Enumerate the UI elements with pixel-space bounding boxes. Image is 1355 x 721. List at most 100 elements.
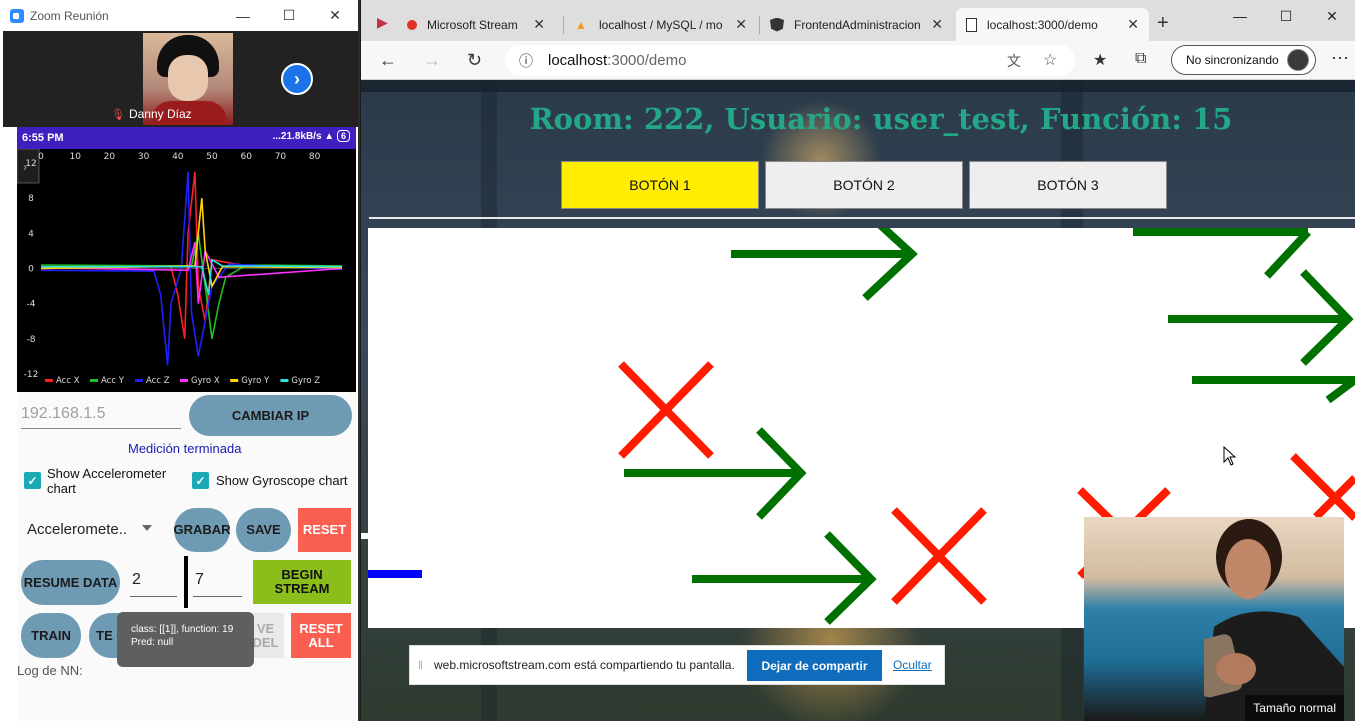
button-1[interactable]: BOTÓN 1 [561, 161, 759, 209]
zoom-titlebar: Zoom Reunión — ☐ ✕ [0, 0, 358, 31]
legend-swatch [230, 379, 239, 382]
x-tick-label: 70 [275, 152, 287, 162]
stream-app-icon: ▶ [377, 14, 388, 30]
legend-label: Gyro Z [291, 376, 320, 386]
toast-line-2: Pred: null [131, 637, 174, 648]
tab-close-icon[interactable]: ✕ [1127, 16, 1139, 33]
tab-separator [563, 16, 564, 34]
show-gyro-checkbox[interactable]: ✓ [192, 472, 209, 489]
save-button[interactable]: SAVE [236, 508, 291, 552]
network-speed: ...21.8kB/s [272, 131, 322, 142]
show-acc-checkbox[interactable]: ✓ [24, 472, 41, 489]
profile-button[interactable]: No sincronizando [1171, 45, 1316, 75]
back-icon[interactable]: ← [379, 50, 397, 71]
tab-label: localhost / MySQL / mo [599, 17, 723, 32]
arrow-icon [624, 427, 807, 520]
close-icon[interactable]: ✕ [1309, 0, 1355, 32]
sensor-chart-svg: ›0 10 20 30 40 50 60 70 8012840-4-8-12Acc X Acc Y… [17, 149, 343, 386]
series-line [40, 198, 343, 289]
minimize-icon[interactable]: — [220, 0, 266, 31]
phone-screen: 6:55 PM ...21.8kB/s ▲ 6 › 0 10 20 30 40 50 60 70… [17, 127, 356, 721]
prediction-toast: class: [[1]], function: 19 Pred: null [117, 612, 254, 667]
legend-label: Acc Z [146, 376, 170, 386]
sensor-dropdown[interactable]: Acceleromete.. [27, 521, 127, 538]
forward-icon[interactable]: → [423, 50, 441, 71]
show-acc-label: Show Accelerometer chart [47, 466, 167, 496]
legend-swatch [280, 379, 289, 382]
more-menu-icon[interactable]: ⋯ [1331, 48, 1349, 69]
new-tab-icon[interactable]: + [1157, 12, 1169, 35]
tab-close-icon[interactable]: ✕ [931, 16, 943, 33]
drag-handle-icon[interactable]: ‖ [418, 658, 428, 672]
tab-close-icon[interactable]: ✕ [533, 16, 545, 33]
close-icon[interactable]: ✕ [312, 0, 358, 31]
camera-preview[interactable]: Tamaño normal [1084, 517, 1344, 721]
resume-data-button[interactable]: RESUME DATA [21, 560, 120, 605]
phone-net-status: ...21.8kB/s ▲ 6 [272, 130, 350, 142]
screen: Zoom Reunión — ☐ ✕ 🎙︎ Danny Díaz › 6:55 … [0, 0, 1355, 721]
begin-stream-button[interactable]: BEGIN STREAM [253, 560, 351, 604]
train-button[interactable]: TRAIN [21, 613, 81, 658]
page-title: Room: 222, Usuario: user_test, Función: … [529, 102, 1233, 136]
edge-marker [361, 533, 369, 539]
reset-all-button[interactable]: RESET ALL [291, 613, 351, 658]
record-button[interactable]: GRABAR [173, 508, 231, 552]
zoom-logo-icon [10, 8, 24, 23]
mic-muted-icon: 🎙︎ [111, 108, 125, 121]
battery-icon: 6 [336, 130, 350, 142]
url-text[interactable]: localhost:3000/demo [548, 52, 686, 69]
minimize-icon[interactable]: — [1217, 0, 1263, 32]
favorites-icon[interactable]: ★ [1093, 50, 1107, 70]
arrow-icon [692, 531, 877, 625]
button-3[interactable]: BOTÓN 3 [969, 161, 1167, 209]
y-tick-label: 8 [28, 194, 34, 204]
angular-icon [770, 17, 784, 32]
next-page-button[interactable]: › [281, 63, 313, 95]
x-tick-label: 50 [206, 152, 218, 162]
avatar [1287, 49, 1309, 71]
chevron-down-icon[interactable] [142, 525, 152, 531]
cross-icon [1290, 453, 1355, 521]
share-message: web.microsoftstream.com está compartiend… [434, 658, 735, 672]
param-field-1[interactable]: 2 [130, 571, 177, 597]
param-field-2[interactable]: 7 [193, 571, 242, 597]
reset-button[interactable]: RESET [298, 508, 351, 552]
mouse-cursor-icon [1223, 446, 1237, 466]
field-divider [184, 556, 188, 608]
info-icon[interactable]: ⓘ [519, 51, 533, 71]
tab-demo[interactable]: localhost:3000/demo ✕ [956, 8, 1149, 41]
camera-size-label[interactable]: Tamaño normal [1245, 695, 1344, 721]
tab-label: Microsoft Stream [427, 17, 518, 32]
translate-icon[interactable]: 文 [1007, 51, 1021, 71]
legend-swatch [90, 379, 98, 382]
legend-label: Acc Y [101, 376, 125, 386]
x-tick-label: 60 [241, 152, 253, 162]
tab-close-icon[interactable]: ✕ [735, 16, 747, 33]
y-tick-label: 12 [25, 159, 36, 169]
legend-label: Gyro Y [241, 376, 270, 386]
reload-icon[interactable]: ↻ [467, 50, 482, 71]
tab-frontend-admin[interactable]: FrontendAdministracion ✕ [760, 8, 953, 41]
change-ip-button[interactable]: CAMBIAR IP [189, 395, 352, 436]
tab-phpmyadmin[interactable]: ▲ localhost / MySQL / mo ✕ [565, 8, 757, 41]
browser-window: ▶ Microsoft Stream ✕ ▲ localhost / MySQL… [361, 0, 1355, 721]
y-tick-label: -12 [24, 370, 39, 380]
maximize-icon[interactable]: ☐ [266, 0, 312, 31]
collections-icon[interactable]: ⧉ [1135, 50, 1146, 68]
cross-icon [891, 507, 987, 605]
profile-label: No sincronizando [1186, 53, 1279, 67]
maximize-icon[interactable]: ☐ [1263, 0, 1309, 32]
stop-sharing-button[interactable]: Dejar de compartir [747, 650, 882, 681]
show-gyro-label: Show Gyroscope chart [216, 473, 348, 488]
tab-label: localhost:3000/demo [987, 17, 1098, 32]
ip-input[interactable]: 192.168.1.5 [21, 399, 181, 429]
address-bar[interactable]: ⓘ localhost:3000/demo 文 ☆ [505, 45, 1075, 76]
hide-link[interactable]: Ocultar [893, 658, 932, 672]
favorite-star-icon[interactable]: ☆ [1043, 50, 1057, 70]
button-2[interactable]: BOTÓN 2 [765, 161, 963, 209]
web-page: Room: 222, Usuario: user_test, Función: … [361, 80, 1355, 721]
participant-name-tag: 🎙︎ Danny Díaz [111, 107, 192, 121]
arrow-icon [731, 228, 918, 301]
tab-microsoft-stream[interactable]: Microsoft Stream ✕ [397, 8, 555, 41]
phone-status-bar: 6:55 PM ...21.8kB/s ▲ 6 [17, 127, 356, 149]
